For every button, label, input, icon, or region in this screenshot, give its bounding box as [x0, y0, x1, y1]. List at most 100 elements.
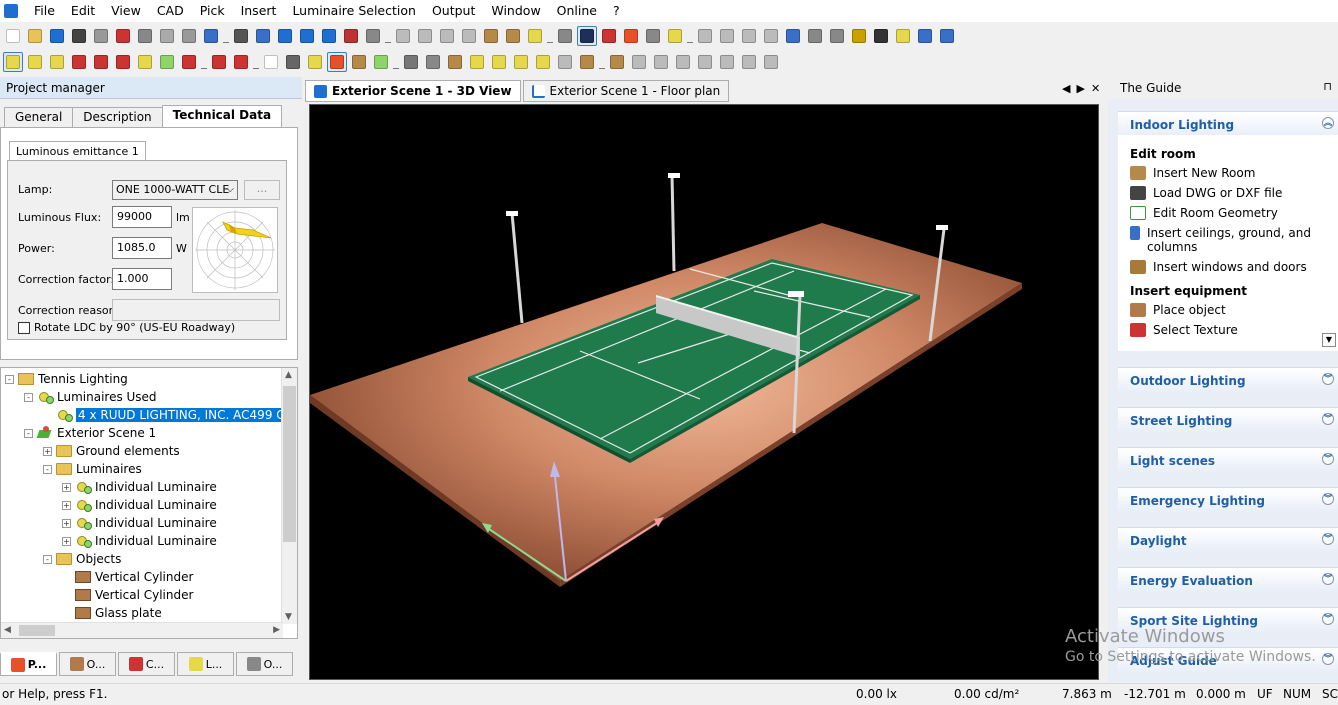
collapse-icon[interactable]: -	[24, 392, 33, 402]
toolbar-tool-30-button[interactable]	[673, 52, 693, 72]
menu-insert[interactable]: Insert	[233, 0, 285, 22]
toolbar-separator[interactable]	[222, 26, 230, 46]
toolbar-cube-button[interactable]	[253, 26, 273, 46]
chevron-down-icon[interactable]: ︾	[1322, 453, 1334, 465]
toolbar-link-button[interactable]	[415, 26, 435, 46]
toolbar-tool-20-button[interactable]	[445, 52, 465, 72]
pin-icon[interactable]: ⊓	[1323, 80, 1332, 93]
collapse-icon[interactable]: -	[24, 428, 33, 438]
toolbar-document-button[interactable]	[827, 26, 847, 46]
toolbar-print-button[interactable]	[91, 26, 111, 46]
bottom-tab-project[interactable]: P...	[0, 652, 57, 676]
toolbar-grid-button[interactable]	[695, 26, 715, 46]
toolbar-color-button[interactable]	[525, 26, 545, 46]
toolbar-tool-12-button[interactable]	[261, 52, 281, 72]
tree-item[interactable]: + Ground elements	[43, 442, 180, 460]
toolbar-grid-button[interactable]	[739, 26, 759, 46]
expand-icon[interactable]: +	[62, 482, 71, 492]
tree-item[interactable]: - Luminaires Used	[24, 388, 157, 406]
toolbar-tool-31-button[interactable]	[695, 52, 715, 72]
toolbar-redo-button[interactable]	[231, 26, 251, 46]
toolbar-tool-18-button[interactable]	[401, 52, 421, 72]
expand-icon[interactable]: +	[62, 500, 71, 510]
guide-link-insert-ceilings[interactable]: Insert ceilings, ground, and columns	[1130, 226, 1320, 254]
tab-3d-view[interactable]: Exterior Scene 1 - 3D View	[305, 80, 521, 102]
toolbar-tool-19-button[interactable]	[423, 52, 443, 72]
guide-link-edit-room-geometry[interactable]: Edit Room Geometry	[1130, 206, 1278, 220]
tab-scroll-left-icon[interactable]: ◀	[1062, 80, 1070, 98]
toolbar-tool-25-button[interactable]	[555, 52, 575, 72]
toolbar-object-button[interactable]	[341, 26, 361, 46]
toolbar-separator[interactable]	[252, 52, 260, 72]
tree-horizontal-scrollbar[interactable]: ◀ ▶	[1, 622, 283, 638]
flux-input[interactable]: 99000	[112, 206, 172, 228]
collapse-icon[interactable]: -	[5, 374, 14, 384]
tree-item[interactable]: Vertical Cylinder	[62, 586, 193, 604]
chevron-down-icon[interactable]: ︾	[1322, 573, 1334, 585]
guide-link-select-texture[interactable]: Select Texture	[1130, 323, 1238, 337]
tab-technical-data[interactable]: Technical Data	[161, 105, 283, 127]
toolbar-tool-26-button[interactable]	[577, 52, 597, 72]
toolbar-new-button[interactable]	[3, 26, 23, 46]
menu-luminaire-selection[interactable]: Luminaire Selection	[284, 0, 424, 22]
toolbar-pan-button[interactable]	[555, 26, 575, 46]
guide-section-outdoor-lighting[interactable]: Outdoor Lighting ︾	[1118, 367, 1338, 393]
guide-link-insert-windows[interactable]: Insert windows and doors	[1130, 260, 1307, 274]
tree-item[interactable]: Glass plate	[62, 604, 162, 622]
toolbar-tool-4-button[interactable]	[69, 52, 89, 72]
rotate-ldc-option[interactable]: Rotate LDC by 90° (US-EU Roadway)	[18, 321, 235, 334]
toolbar-tool-17-button[interactable]	[371, 52, 391, 72]
toolbar-wrench-button[interactable]	[459, 26, 479, 46]
toolbar-link-button[interactable]	[437, 26, 457, 46]
scroll-up-icon[interactable]: ▲	[285, 370, 292, 380]
toolbar-tool-33-button[interactable]	[739, 52, 759, 72]
toolbar-tool-6-button[interactable]	[113, 52, 133, 72]
toolbar-pdf-button[interactable]	[113, 26, 133, 46]
toolbar-print-preview-button[interactable]	[69, 26, 89, 46]
toolbar-open-button[interactable]	[25, 26, 45, 46]
guide-section-adjust-guide[interactable]: Adjust Guide ︾	[1118, 647, 1338, 673]
toolbar-tool-28-button[interactable]	[629, 52, 649, 72]
guide-section-light-scenes[interactable]: Light scenes ︾	[1118, 447, 1338, 473]
toolbar-tool-32-button[interactable]	[717, 52, 737, 72]
toolbar-tool-14-button[interactable]	[305, 52, 325, 72]
toolbar-share-button[interactable]	[805, 26, 825, 46]
tree-vertical-thumb[interactable]	[283, 386, 296, 542]
power-input[interactable]: 1085.0	[112, 237, 172, 259]
collapse-icon[interactable]: -	[43, 464, 52, 474]
app-icon[interactable]	[4, 4, 18, 18]
lamp-more-button[interactable]: ...	[244, 180, 280, 200]
toolbar-views-button[interactable]	[319, 26, 339, 46]
toolbar-tool-5-button[interactable]	[91, 52, 111, 72]
chevron-down-icon[interactable]: ︾	[1322, 613, 1334, 625]
toolbar-tool-8-button[interactable]	[157, 52, 177, 72]
tree-item[interactable]: + Individual Luminaire	[62, 532, 217, 550]
toolbar-separator[interactable]	[384, 26, 392, 46]
toolbar-link-button[interactable]	[393, 26, 413, 46]
tree-item[interactable]: Vertical Cylinder	[62, 568, 193, 586]
toolbar-separator[interactable]	[392, 52, 400, 72]
scroll-right-icon[interactable]: ▶	[273, 625, 280, 635]
toolbar-sun-button[interactable]	[893, 26, 913, 46]
toolbar-light-button[interactable]	[621, 26, 641, 46]
menu-online[interactable]: Online	[549, 0, 605, 22]
toolbar-views-button[interactable]	[297, 26, 317, 46]
toolbar-target-button[interactable]	[599, 26, 619, 46]
bottom-tab-light[interactable]: L...	[177, 652, 234, 676]
toolbar-separator[interactable]	[200, 52, 208, 72]
toolbar-room-button[interactable]	[481, 26, 501, 46]
guide-section-emergency-lighting[interactable]: Emergency Lighting ︾	[1118, 487, 1338, 513]
tab-scroll-right-icon[interactable]: ▶	[1076, 80, 1084, 98]
menu-edit[interactable]: Edit	[63, 0, 103, 22]
toolbar-cut-button[interactable]	[135, 26, 155, 46]
toolbar-tool-22-button[interactable]	[489, 52, 509, 72]
menu-file[interactable]: File	[26, 0, 63, 22]
toolbar-grid-button[interactable]	[717, 26, 737, 46]
bottom-tab-output[interactable]: O...	[236, 652, 293, 676]
guide-section-indoor-lighting[interactable]: Indoor Lighting ︽	[1118, 111, 1338, 137]
menu-help[interactable]: ?	[605, 0, 628, 22]
toolbar-paste-button[interactable]	[179, 26, 199, 46]
toolbar-separator[interactable]	[686, 26, 694, 46]
toolbar-tool-29-button[interactable]	[651, 52, 671, 72]
toolbar-tool-2-button[interactable]	[25, 52, 45, 72]
